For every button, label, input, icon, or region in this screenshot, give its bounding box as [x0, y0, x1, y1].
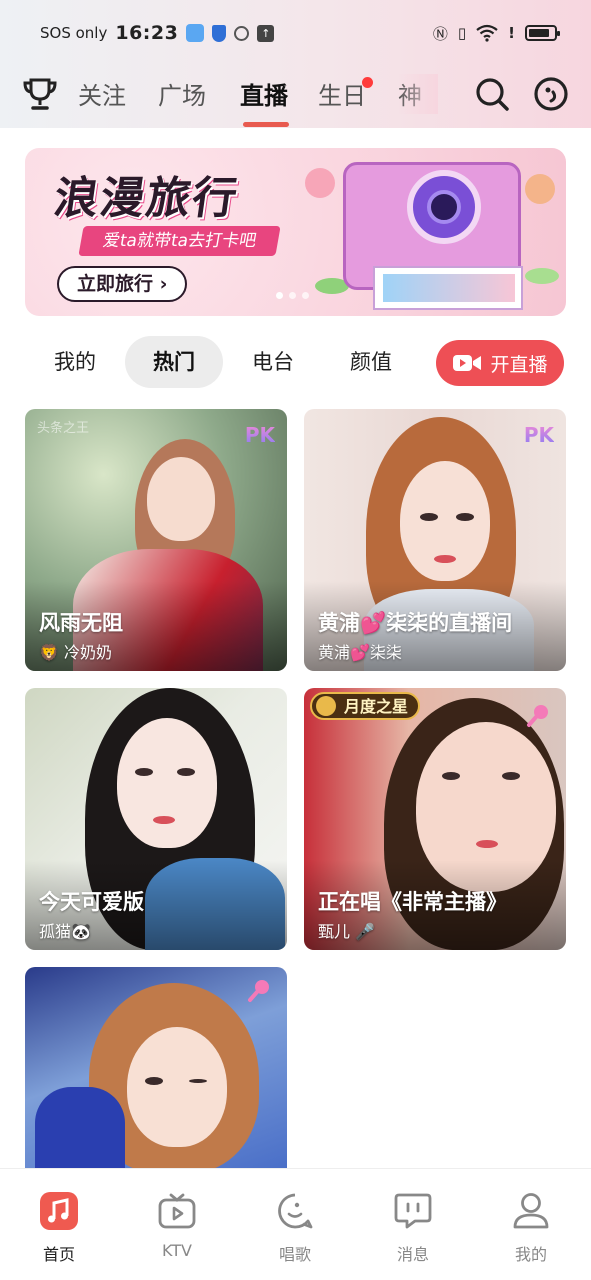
camera-lens-center: [427, 190, 461, 224]
monthly-star-badge: 月度之星: [310, 692, 421, 720]
subtab-hot[interactable]: 热门: [125, 336, 223, 388]
live-room-card[interactable]: 今天可爱版 孤猫🐼: [25, 688, 287, 950]
live-room-card[interactable]: 月度之星 正在唱《非常主播》 甄儿 🎤: [304, 688, 566, 950]
video-camera-icon: [453, 355, 482, 371]
upload-icon: ↑: [257, 24, 275, 42]
tab-plaza[interactable]: 广场: [158, 76, 206, 111]
bottom-nav-label: 我的: [514, 1245, 547, 1264]
room-title: 风雨无阻: [39, 611, 123, 635]
alarm-icon: [234, 25, 250, 41]
room-corner-label: 头条之王: [37, 421, 90, 436]
banner-subtitle: 爱ta就带ta去打卡吧: [78, 226, 281, 256]
leaf-decoration: [525, 268, 559, 284]
live-room-card[interactable]: PK 黄浦💕柒柒的直播间 黄浦💕柒柒: [304, 409, 566, 671]
flower-decoration: [305, 168, 335, 198]
bottom-nav-label: 首页: [42, 1245, 75, 1264]
bottom-nav-label: 消息: [396, 1245, 429, 1264]
tab-fade-overlay: [398, 74, 438, 114]
top-nav: 关注 广场 直播 生日 神: [0, 66, 591, 128]
app-notification-icon: [186, 24, 205, 42]
bottom-nav-label: 唱歌: [278, 1245, 311, 1264]
flower-decoration: [525, 174, 555, 204]
bottom-nav-messages[interactable]: 消息: [373, 1191, 453, 1265]
pk-badge: PK: [523, 423, 554, 447]
host-name: 黄浦💕柒柒: [318, 643, 402, 662]
pk-badge: PK: [244, 423, 275, 447]
host-name: 🦁 冷奶奶: [39, 643, 113, 662]
promo-banner[interactable]: 浪漫旅行 爱ta就带ta去打卡吧 立即旅行 ›: [25, 148, 566, 316]
subtab-looks[interactable]: 颜值: [321, 336, 421, 388]
carrier-text: SOS only: [40, 24, 108, 42]
subtab-radio[interactable]: 电台: [223, 336, 323, 388]
host-name: 孤猫🐼: [39, 922, 91, 941]
tab-birthday[interactable]: 生日: [318, 76, 366, 111]
subtab-mine[interactable]: 我的: [25, 336, 125, 388]
search-icon[interactable]: [472, 74, 512, 114]
tab-live[interactable]: 直播: [240, 76, 288, 111]
microphone-icon: [248, 980, 269, 1002]
room-title: 今天可爱版: [39, 890, 144, 914]
nfc-icon: Ⓝ: [432, 24, 448, 43]
bottom-nav-ktv[interactable]: KTV: [137, 1191, 217, 1260]
microphone-icon: [527, 705, 548, 727]
banner-title: 浪漫旅行: [50, 173, 242, 224]
host-name: 甄儿 🎤: [318, 922, 376, 941]
sing-icon: [278, 1193, 313, 1229]
message-icon: [394, 1193, 432, 1229]
battery-icon: [525, 25, 560, 41]
shield-icon: [212, 24, 227, 42]
live-room-card[interactable]: 头条之王 PK 风雨无阻 🦁 冷奶奶: [25, 409, 287, 671]
bottom-navigation: 首页 KTV 唱歌 消息 我的: [0, 1168, 591, 1280]
bottom-nav-sing[interactable]: 唱歌: [255, 1191, 335, 1265]
bottom-nav-profile[interactable]: 我的: [491, 1191, 571, 1265]
bottom-nav-label: KTV: [162, 1241, 192, 1260]
trophy-icon[interactable]: [20, 74, 60, 114]
warning-icon: !: [508, 24, 515, 42]
active-tab-indicator: [243, 122, 289, 127]
tv-play-icon: [158, 1193, 196, 1229]
room-title: 正在唱《非常主播》: [318, 890, 507, 914]
start-live-button[interactable]: 开直播: [436, 340, 564, 386]
room-title: 黄浦💕柒柒的直播间: [318, 611, 513, 635]
banner-pager-dots: [276, 292, 309, 299]
wifi-icon: [476, 24, 498, 42]
clock: 16:23: [115, 22, 179, 44]
start-live-label: 开直播: [490, 353, 548, 376]
tab-follow[interactable]: 关注: [78, 76, 126, 111]
category-tabs: 我的 热门 电台 颜值 开直播: [25, 336, 566, 390]
banner-travel-button[interactable]: 立即旅行 ›: [57, 266, 188, 302]
live-room-card[interactable]: [25, 967, 287, 1168]
music-note-icon: [40, 1192, 78, 1230]
profile-icon: [513, 1193, 549, 1229]
photo-print-illustration: [373, 266, 523, 310]
emoji-face-icon[interactable]: [531, 74, 571, 114]
notification-dot: [362, 77, 373, 88]
bottom-nav-home[interactable]: 首页: [19, 1191, 99, 1265]
vibrate-icon: ▯: [457, 24, 467, 42]
status-bar: SOS only 16:23 ↑ Ⓝ ▯ !: [0, 0, 591, 66]
